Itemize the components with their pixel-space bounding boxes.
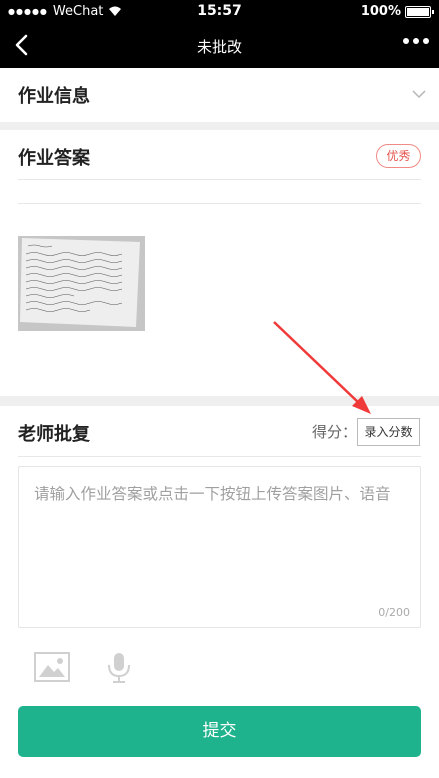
submit-button[interactable]: 提交 <box>18 706 421 757</box>
reply-input[interactable] <box>34 483 409 593</box>
divider <box>18 203 421 204</box>
char-counter: 0/200 <box>378 606 410 619</box>
divider <box>18 179 421 180</box>
page-title: 未批改 <box>196 38 242 56</box>
teacher-reply-title: 老师批复 <box>18 424 90 445</box>
homework-info-title: 作业信息 <box>18 86 90 107</box>
reply-box: 0/200 <box>18 466 421 628</box>
status-bar: ●●●●● WeChat 15:57 100% <box>0 0 439 23</box>
grade-badge: 优秀 <box>376 144 421 168</box>
chevron-down-icon[interactable] <box>411 86 427 102</box>
battery-percent: 100% <box>360 4 401 19</box>
nav-bar: 未批改 <box>0 23 439 68</box>
image-icon[interactable] <box>34 651 70 683</box>
battery-status: 100% <box>360 4 434 19</box>
more-icon[interactable] <box>403 38 429 44</box>
homework-info-section[interactable]: 作业信息 <box>0 68 439 122</box>
enter-score-button[interactable]: 录入分数 <box>357 418 420 446</box>
homework-answer-title: 作业答案 <box>18 148 90 169</box>
battery-icon <box>405 5 434 18</box>
handwriting-image <box>18 236 145 331</box>
divider <box>18 456 421 457</box>
answer-photo[interactable] <box>18 236 145 331</box>
score-label: 得分： <box>312 423 358 441</box>
microphone-icon[interactable] <box>106 652 132 684</box>
